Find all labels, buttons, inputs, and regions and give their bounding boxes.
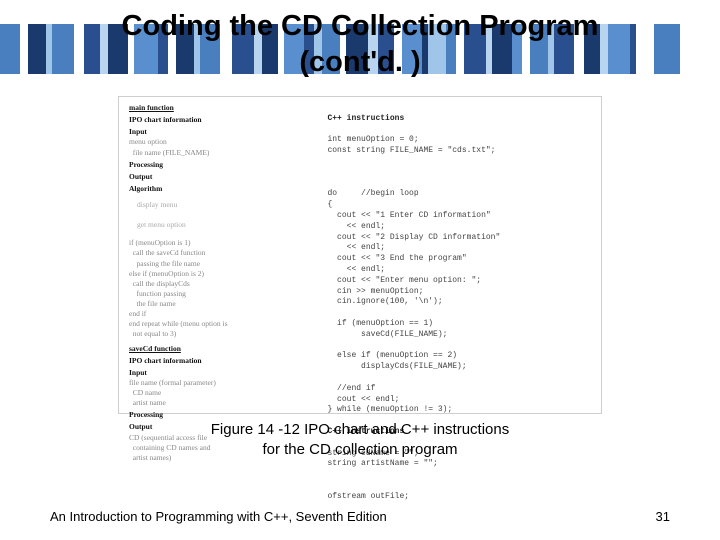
figure-caption: Figure 14 -12 IPO chart and C++ instruct… bbox=[0, 420, 720, 459]
ipo-output-label: Output bbox=[129, 172, 313, 182]
ipo-algo-block: if (menuOption is 1) call the saveCd fun… bbox=[129, 238, 313, 339]
ipo-main-heading: main function bbox=[129, 103, 313, 113]
code-loop: do //begin loop { cout << "1 Enter CD in… bbox=[327, 189, 500, 414]
ipo-algo-faint2: get menu option bbox=[137, 220, 313, 230]
ipo-algorithm-label: Algorithm bbox=[129, 184, 313, 194]
caption-line1: Figure 14 -12 IPO chart and C++ instruct… bbox=[0, 420, 720, 440]
ipo-savecd-heading: saveCd function bbox=[129, 344, 313, 354]
slide-title-line2: (cont'd. ) bbox=[0, 44, 720, 80]
code-decl: int menuOption = 0; const string FILE_NA… bbox=[327, 135, 495, 155]
ipo-processing-label: Processing bbox=[129, 160, 313, 170]
slide-title-wrap: Coding the CD Collection Program (cont'd… bbox=[0, 8, 720, 81]
code-column: C++ instructions int menuOption = 0; con… bbox=[321, 97, 601, 413]
ipo-input-label2: Input bbox=[129, 368, 313, 378]
footer-book-title: An Introduction to Programming with C++,… bbox=[50, 509, 387, 524]
caption-line2: for the CD collection program bbox=[0, 440, 720, 460]
code-out: ofstream outFile; bbox=[327, 492, 409, 501]
ipo-chart-info: IPO chart information bbox=[129, 115, 313, 125]
figure-ipo-chart: main function IPO chart information Inpu… bbox=[118, 96, 602, 414]
ipo-input-items: menu option file name (FILE_NAME) bbox=[129, 137, 313, 157]
ipo-processing-label2: Processing bbox=[129, 410, 313, 420]
page-number: 31 bbox=[656, 509, 670, 524]
ipo-input-items2: file name (formal parameter) CD name art… bbox=[129, 378, 313, 408]
ipo-algo-faint1: display menu bbox=[137, 200, 313, 210]
ipo-column: main function IPO chart information Inpu… bbox=[119, 97, 321, 413]
code-heading: C++ instructions bbox=[327, 114, 404, 123]
ipo-chart-info2: IPO chart information bbox=[129, 356, 313, 366]
slide-title-line1: Coding the CD Collection Program bbox=[0, 8, 720, 44]
ipo-input-label: Input bbox=[129, 127, 313, 137]
